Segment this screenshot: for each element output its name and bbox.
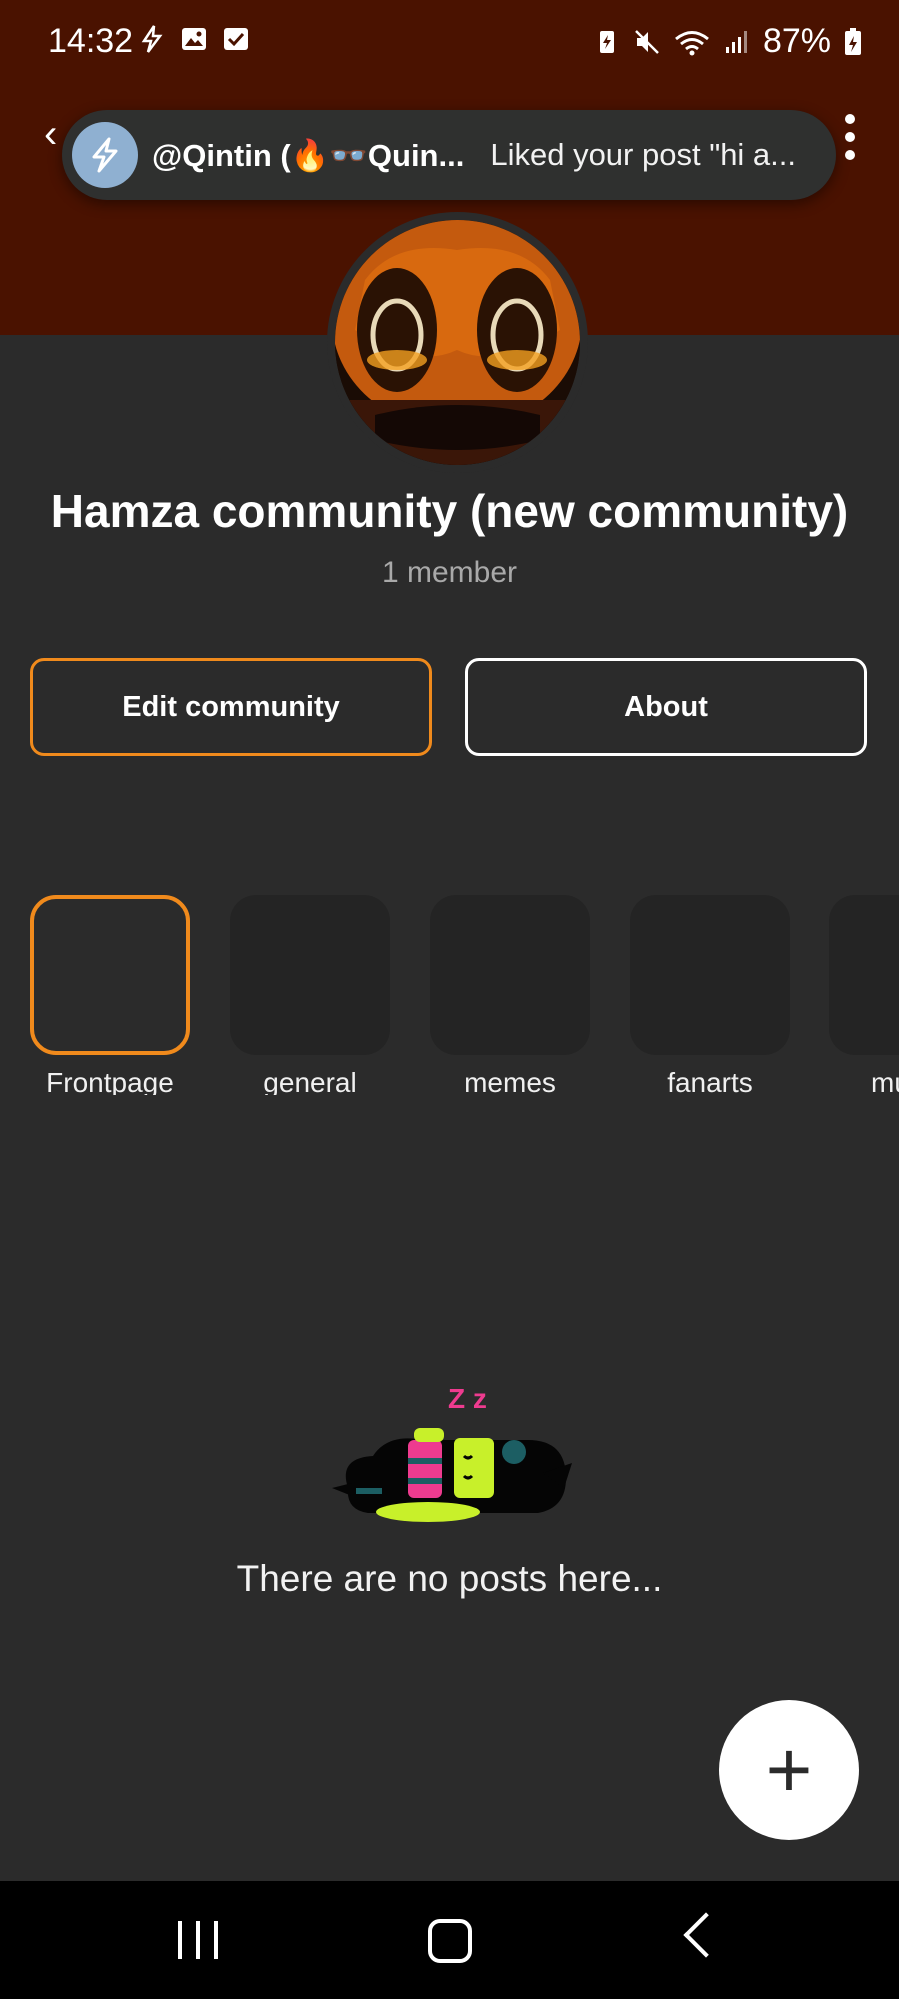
community-title: Hamza community (new community) bbox=[50, 485, 849, 537]
battery-charging-icon bbox=[845, 27, 861, 55]
bolt-app-icon bbox=[141, 25, 163, 53]
notification-avatar-icon bbox=[72, 122, 138, 188]
channel-label: mu bbox=[871, 1067, 899, 1095]
channel-fanarts[interactable]: fanarts bbox=[630, 895, 790, 1095]
channel-list: Frontpage general memes fanarts mu bbox=[0, 895, 899, 1095]
channel-memes[interactable]: memes bbox=[430, 895, 590, 1095]
image-icon bbox=[182, 28, 206, 50]
sleeping-creature-icon: Z z bbox=[332, 1383, 572, 1522]
community-avatar[interactable] bbox=[327, 212, 588, 473]
status-bar: 14:32 87% bbox=[0, 0, 899, 86]
notification-toast[interactable]: @Qintin (🔥👓Quin... Liked your post "hi a… bbox=[62, 110, 836, 200]
empty-state-text: There are no posts here... bbox=[236, 1558, 663, 1599]
wifi-icon bbox=[674, 30, 709, 55]
battery-saver-icon bbox=[599, 30, 614, 53]
channel-label: Frontpage bbox=[46, 1067, 174, 1095]
notification-user: @Qintin (🔥👓Quin... bbox=[152, 137, 465, 173]
channel-tile bbox=[30, 895, 190, 1055]
channel-tile bbox=[430, 895, 590, 1055]
channel-tile bbox=[630, 895, 790, 1055]
battery-percent: 87% bbox=[762, 22, 831, 60]
about-button[interactable]: About bbox=[465, 658, 867, 756]
plus-icon: + bbox=[765, 1725, 813, 1814]
channel-label: general bbox=[263, 1067, 357, 1095]
edit-community-button[interactable]: Edit community bbox=[30, 658, 432, 756]
status-time: 14:32 bbox=[48, 22, 134, 60]
channel-general[interactable]: general bbox=[230, 895, 390, 1095]
channel-label: fanarts bbox=[667, 1067, 753, 1095]
member-count[interactable]: 1 member bbox=[0, 556, 899, 590]
mute-icon bbox=[635, 29, 659, 54]
channel-label: memes bbox=[464, 1067, 556, 1095]
back-arrow-icon[interactable]: ‹ bbox=[44, 112, 57, 157]
channel-frontpage[interactable]: Frontpage bbox=[30, 895, 190, 1095]
recents-icon[interactable] bbox=[178, 1921, 218, 1959]
checkbox-icon bbox=[224, 28, 248, 50]
sleep-zz-text: Z z bbox=[448, 1383, 487, 1414]
create-post-button[interactable]: + bbox=[719, 1700, 859, 1840]
system-nav-bar bbox=[0, 1881, 899, 1999]
nav-back-icon[interactable] bbox=[683, 1912, 729, 1958]
notification-message: Liked your post "hi a... bbox=[490, 137, 797, 172]
channel-tile bbox=[829, 895, 899, 1055]
channel-tile bbox=[230, 895, 390, 1055]
signal-icon bbox=[725, 30, 747, 53]
home-icon[interactable] bbox=[428, 1919, 472, 1963]
channel-mu[interactable]: mu bbox=[829, 895, 899, 1095]
more-options-icon[interactable] bbox=[845, 114, 855, 160]
